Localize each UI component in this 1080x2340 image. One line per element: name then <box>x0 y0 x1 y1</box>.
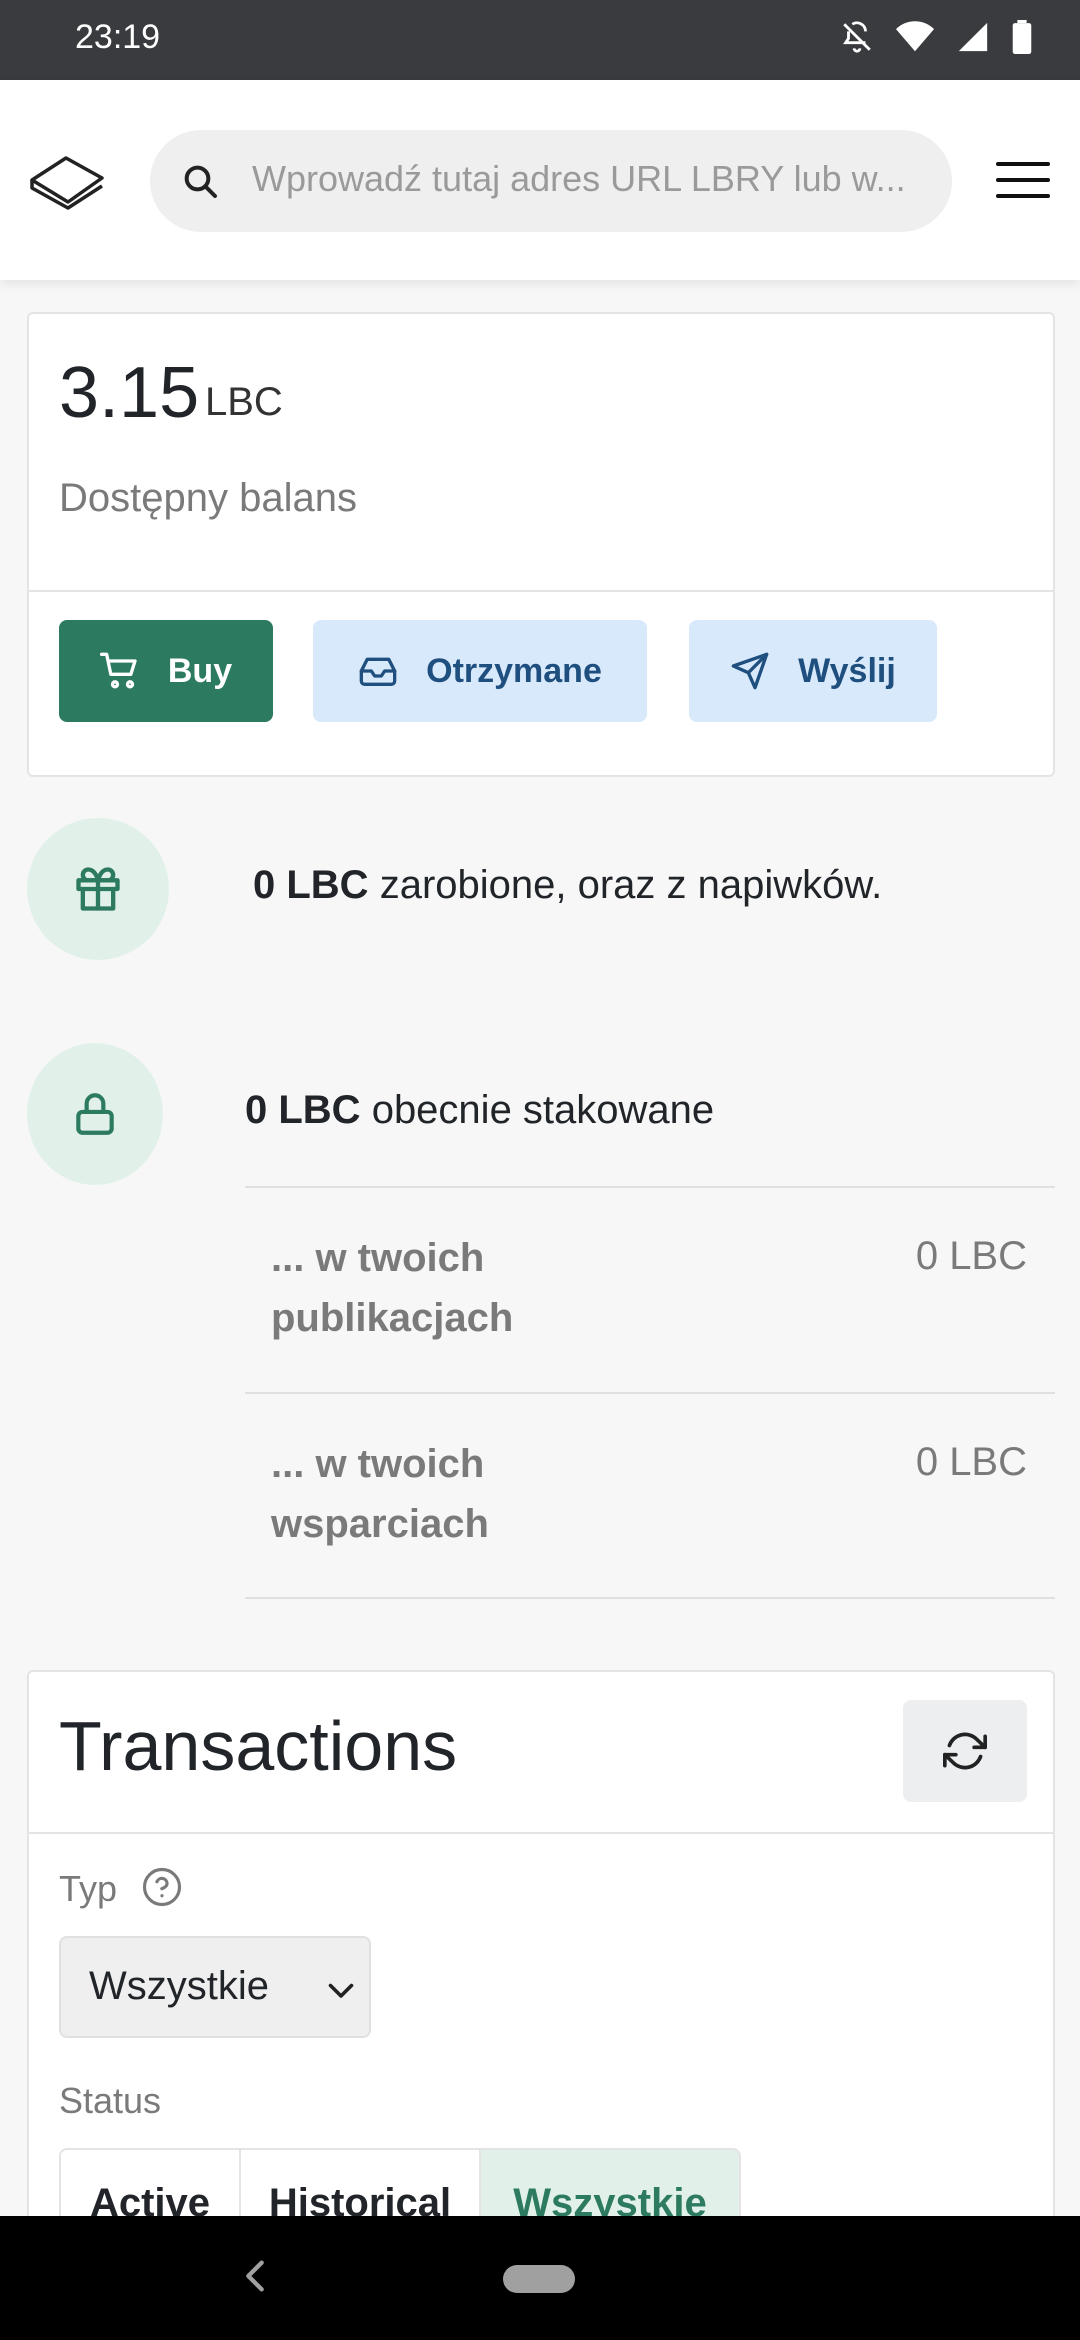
chevron-down-icon <box>328 1983 354 1998</box>
divider <box>245 1392 1055 1394</box>
search-bar[interactable]: Wprowadź tutaj adres URL LBRY lub w... <box>150 130 952 232</box>
type-label: Typ <box>59 1868 118 1909</box>
inbox-icon <box>359 657 397 686</box>
battery-icon <box>1012 20 1032 54</box>
status-label: Status <box>59 2080 162 2121</box>
cart-icon <box>99 652 137 689</box>
staked-text: obecnie stakowane <box>360 1088 715 1132</box>
app-header: Wprowadź tutaj adres URL LBRY lub w... <box>0 80 1080 280</box>
send-button-label: Wyślij <box>798 651 896 690</box>
receive-button[interactable]: Otrzymane <box>313 620 647 722</box>
receive-button-label: Otrzymane <box>426 651 602 690</box>
status-bar: 23:19 <box>0 0 1080 80</box>
staked-supports-label: ... w twoich wsparciach <box>271 1442 489 1546</box>
earned-text: zarobione, oraz z napiwków. <box>368 863 883 907</box>
search-icon <box>184 165 217 198</box>
divider <box>245 1597 1055 1599</box>
type-select[interactable]: Wszystkie <box>59 1936 371 2038</box>
lock-badge <box>27 1043 163 1185</box>
balance-amount: 3.15 <box>59 353 200 433</box>
back-icon[interactable] <box>240 2256 270 2296</box>
help-icon[interactable] <box>141 1866 183 1908</box>
wifi-icon <box>896 21 934 52</box>
divider <box>29 590 1053 592</box>
balance-card: 3.15 LBC Dostępny balans Buy Otrzymane W… <box>27 312 1055 777</box>
staked-supports-value: 0 LBC <box>915 1440 1027 1484</box>
buy-button-label: Buy <box>167 651 233 690</box>
status-icons <box>840 20 1032 54</box>
staked-summary: 0 LBC obecnie stakowane <box>245 1088 714 1133</box>
staked-amount: 0 LBC <box>245 1088 361 1132</box>
send-icon <box>731 652 769 690</box>
balance-label: Dostępny balans <box>59 476 357 520</box>
system-nav-bar <box>0 2216 1080 2340</box>
search-placeholder: Wprowadź tutaj adres URL LBRY lub w... <box>252 158 906 199</box>
divider <box>29 1832 1053 1834</box>
transactions-title: Transactions <box>59 1707 458 1785</box>
type-select-value: Wszystkie <box>89 1964 269 2008</box>
refresh-button[interactable] <box>903 1700 1027 1802</box>
earned-summary: 0 LBC zarobione, oraz z napiwków. <box>253 863 882 908</box>
home-pill[interactable] <box>503 2265 575 2293</box>
staked-publications-label: ... w twoich publikacjach <box>271 1236 514 1340</box>
hamburger-menu-icon[interactable] <box>996 160 1050 200</box>
signal-icon <box>958 22 988 52</box>
send-button[interactable]: Wyślij <box>689 620 937 722</box>
gift-icon <box>76 867 120 911</box>
gift-badge <box>27 818 169 960</box>
bell-off-icon <box>843 21 871 53</box>
lock-icon <box>76 1093 114 1135</box>
balance-unit: LBC <box>205 380 283 424</box>
lbry-logo-icon[interactable] <box>28 150 106 210</box>
earned-amount: 0 LBC <box>253 863 369 907</box>
divider <box>245 1186 1055 1188</box>
staked-publications-value: 0 LBC <box>915 1234 1027 1278</box>
status-time: 23:19 <box>75 18 161 56</box>
buy-button[interactable]: Buy <box>59 620 273 722</box>
refresh-icon <box>943 1732 987 1770</box>
